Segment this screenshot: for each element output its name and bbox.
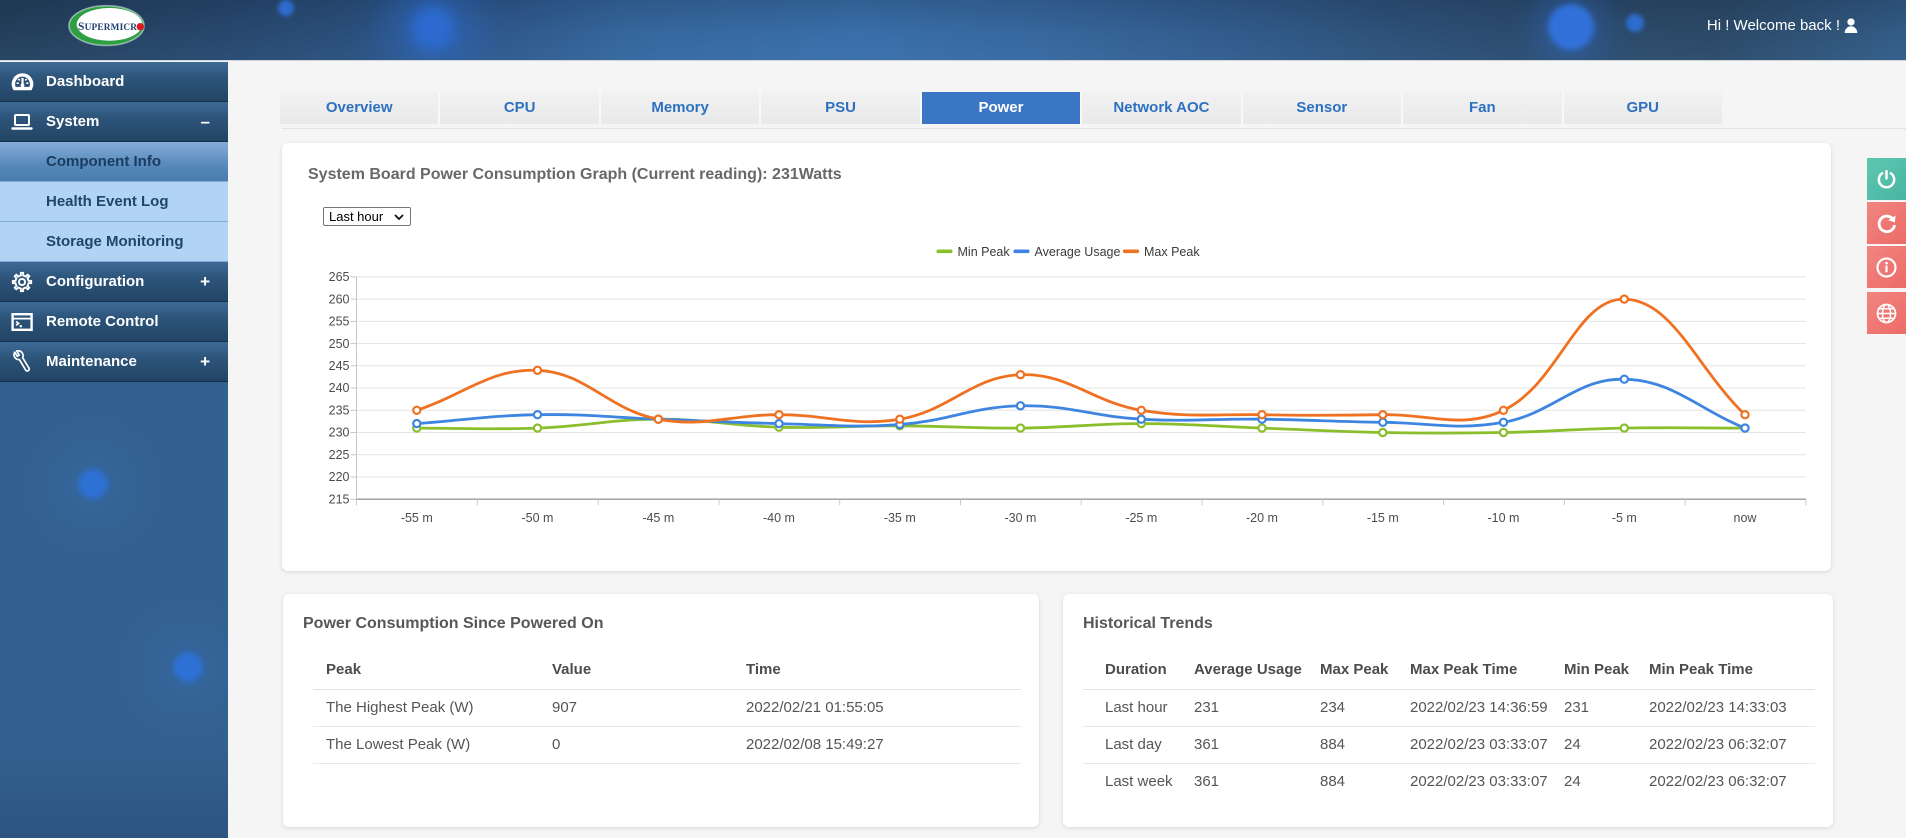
svg-text:220: 220 xyxy=(329,470,350,484)
svg-text:-30 m: -30 m xyxy=(1005,511,1037,525)
svg-text:-10 m: -10 m xyxy=(1488,511,1520,525)
svg-text:250: 250 xyxy=(329,337,350,351)
svg-text:225: 225 xyxy=(329,448,350,462)
svg-text:260: 260 xyxy=(329,292,350,306)
svg-text:-50 m: -50 m xyxy=(522,511,554,525)
svg-text:-55 m: -55 m xyxy=(401,511,433,525)
svg-text:235: 235 xyxy=(329,404,350,418)
svg-text:-45 m: -45 m xyxy=(642,511,674,525)
svg-text:-25 m: -25 m xyxy=(1125,511,1157,525)
svg-text:now: now xyxy=(1734,511,1758,525)
svg-text:215: 215 xyxy=(329,492,350,506)
svg-text:230: 230 xyxy=(329,426,350,440)
svg-text:-5 m: -5 m xyxy=(1612,511,1637,525)
svg-text:-15 m: -15 m xyxy=(1367,511,1399,525)
svg-text:-20 m: -20 m xyxy=(1246,511,1278,525)
svg-text:Max Peak: Max Peak xyxy=(1144,245,1200,259)
svg-text:Min Peak: Min Peak xyxy=(958,245,1011,259)
svg-text:Average Usage: Average Usage xyxy=(1035,245,1121,259)
svg-text:-35 m: -35 m xyxy=(884,511,916,525)
svg-text:255: 255 xyxy=(329,315,350,329)
svg-text:245: 245 xyxy=(329,359,350,373)
svg-text:240: 240 xyxy=(329,381,350,395)
svg-text:SUPERMICR: SUPERMICR xyxy=(78,21,137,33)
svg-text:265: 265 xyxy=(329,270,350,284)
svg-text:-40 m: -40 m xyxy=(763,511,795,525)
